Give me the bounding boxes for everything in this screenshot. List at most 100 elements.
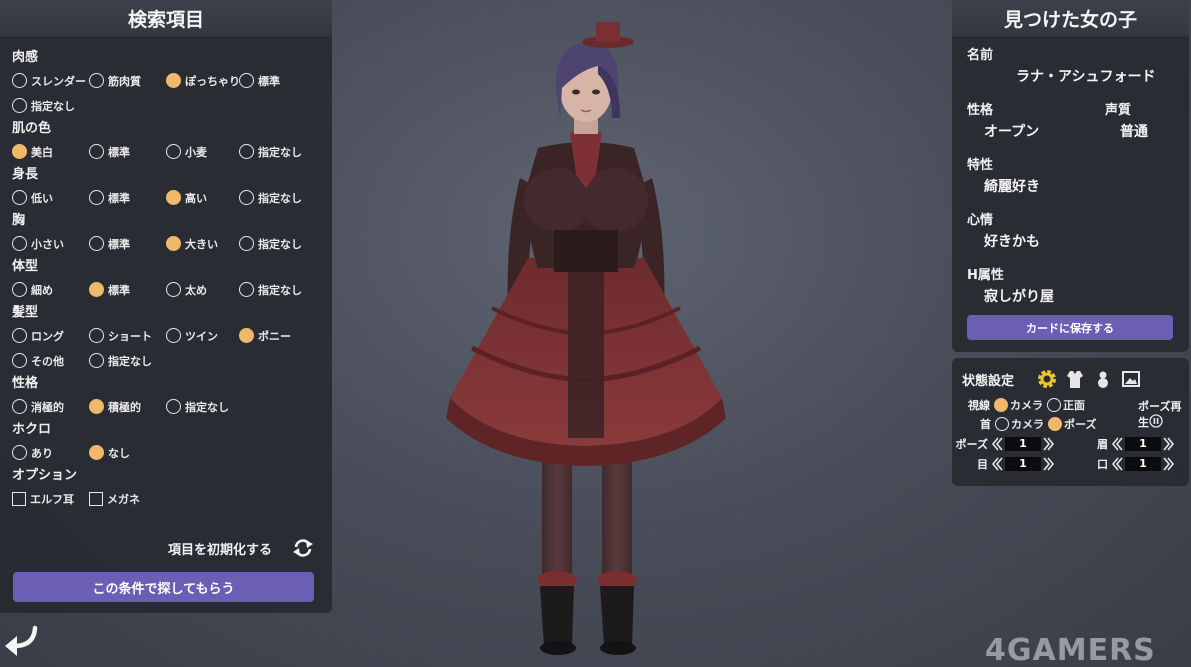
radio-icon[interactable] (166, 73, 181, 88)
search-option[interactable]: 消極的 (12, 399, 89, 415)
search-option[interactable]: ポニー (239, 328, 319, 344)
radio-icon[interactable] (239, 190, 254, 205)
mouth-stepper: 口 1 (1072, 456, 1175, 472)
chevron-left-icon[interactable] (991, 437, 1003, 451)
radio-icon[interactable] (12, 353, 27, 368)
search-option[interactable]: 小麦 (166, 144, 239, 160)
search-option[interactable]: 指定なし (89, 353, 166, 369)
search-option[interactable]: スレンダー (12, 73, 89, 89)
search-option[interactable]: 小さい (12, 236, 89, 252)
search-option[interactable]: 指定なし (239, 144, 319, 160)
back-arrow-icon[interactable] (2, 624, 40, 658)
neck-camera-option[interactable]: カメラ (995, 416, 1044, 432)
search-option[interactable]: 標準 (89, 144, 166, 160)
gear-icon[interactable] (1036, 368, 1058, 390)
search-option-label: ロング (31, 329, 64, 343)
radio-icon[interactable] (89, 445, 104, 460)
outfit-icon[interactable] (1064, 368, 1086, 390)
radio-icon[interactable] (994, 398, 1008, 412)
search-option[interactable]: ロング (12, 328, 89, 344)
search-option[interactable]: 太め (166, 282, 239, 298)
chevron-right-icon[interactable] (1163, 457, 1175, 471)
radio-icon[interactable] (239, 236, 254, 251)
radio-icon[interactable] (12, 445, 27, 460)
search-option[interactable]: 指定なし (12, 98, 89, 114)
search-option[interactable]: 標準 (89, 236, 166, 252)
search-option-label: ぽっちゃり (185, 74, 240, 88)
search-option[interactable]: 指定なし (239, 190, 319, 206)
chevron-left-icon[interactable] (1111, 457, 1123, 471)
search-option[interactable]: あり (12, 445, 89, 461)
radio-icon[interactable] (1047, 398, 1061, 412)
radio-icon[interactable] (12, 190, 27, 205)
radio-icon[interactable] (1048, 417, 1062, 431)
search-option[interactable]: なし (89, 445, 166, 461)
radio-icon[interactable] (12, 144, 27, 159)
radio-icon[interactable] (239, 282, 254, 297)
neck-pose-option[interactable]: ポーズ (1048, 416, 1096, 432)
radio-icon[interactable] (12, 282, 27, 297)
search-option[interactable]: 標準 (239, 73, 319, 89)
search-option[interactable]: 高い (166, 190, 239, 206)
search-option[interactable]: 指定なし (166, 399, 239, 415)
search-option[interactable]: 低い (12, 190, 89, 206)
radio-icon[interactable] (166, 328, 181, 343)
gaze-front-option[interactable]: 正面 (1047, 397, 1085, 413)
search-option[interactable]: 指定なし (239, 236, 319, 252)
search-option[interactable]: 標準 (89, 190, 166, 206)
pose-value: 1 (1005, 437, 1041, 451)
radio-icon[interactable] (89, 236, 104, 251)
radio-icon[interactable] (995, 417, 1009, 431)
save-card-button[interactable]: カードに保存する (967, 315, 1173, 340)
radio-icon[interactable] (239, 73, 254, 88)
chevron-right-icon[interactable] (1163, 437, 1175, 451)
image-icon[interactable] (1120, 368, 1142, 390)
radio-icon[interactable] (12, 73, 27, 88)
search-option[interactable]: ツイン (166, 328, 239, 344)
radio-icon[interactable] (89, 144, 104, 159)
radio-icon[interactable] (89, 73, 104, 88)
search-option[interactable]: 大きい (166, 236, 239, 252)
search-option[interactable]: 積極的 (89, 399, 166, 415)
search-option[interactable]: ショート (89, 328, 166, 344)
radio-icon[interactable] (89, 282, 104, 297)
search-option[interactable]: その他 (12, 353, 89, 369)
search-submit-button[interactable]: この条件で探してもらう (13, 572, 314, 602)
search-option-label: 細め (31, 283, 53, 297)
brow-value: 1 (1125, 437, 1161, 451)
search-option[interactable]: ぽっちゃり (166, 73, 240, 89)
option-checkbox[interactable]: メガネ (89, 491, 166, 507)
radio-icon[interactable] (166, 190, 181, 205)
radio-icon[interactable] (89, 399, 104, 414)
reset-button[interactable]: 項目を初期化する (0, 534, 332, 562)
chevron-right-icon[interactable] (1043, 457, 1055, 471)
radio-icon[interactable] (89, 328, 104, 343)
radio-icon[interactable] (12, 236, 27, 251)
chevron-left-icon[interactable] (1111, 437, 1123, 451)
radio-icon[interactable] (89, 353, 104, 368)
radio-icon[interactable] (12, 328, 27, 343)
chevron-left-icon[interactable] (991, 457, 1003, 471)
pause-icon[interactable] (1149, 414, 1163, 428)
option-checkbox[interactable]: エルフ耳 (12, 491, 89, 507)
checkbox-icon[interactable] (12, 491, 26, 506)
search-option[interactable]: 美白 (12, 144, 89, 160)
radio-icon[interactable] (239, 328, 254, 343)
gaze-camera-option[interactable]: カメラ (994, 397, 1043, 413)
search-option[interactable]: 筋肉質 (89, 73, 166, 89)
search-option[interactable]: 細め (12, 282, 89, 298)
radio-icon[interactable] (166, 236, 181, 251)
accessory-icon[interactable] (1092, 368, 1114, 390)
radio-icon[interactable] (12, 399, 27, 414)
radio-icon[interactable] (166, 399, 181, 414)
radio-icon[interactable] (166, 144, 181, 159)
radio-icon[interactable] (166, 282, 181, 297)
chevron-right-icon[interactable] (1043, 437, 1055, 451)
search-option[interactable]: 指定なし (239, 282, 319, 298)
search-option-label: 積極的 (108, 400, 141, 414)
checkbox-icon[interactable] (89, 491, 103, 506)
radio-icon[interactable] (12, 98, 27, 113)
radio-icon[interactable] (239, 144, 254, 159)
radio-icon[interactable] (89, 190, 104, 205)
search-option[interactable]: 標準 (89, 282, 166, 298)
